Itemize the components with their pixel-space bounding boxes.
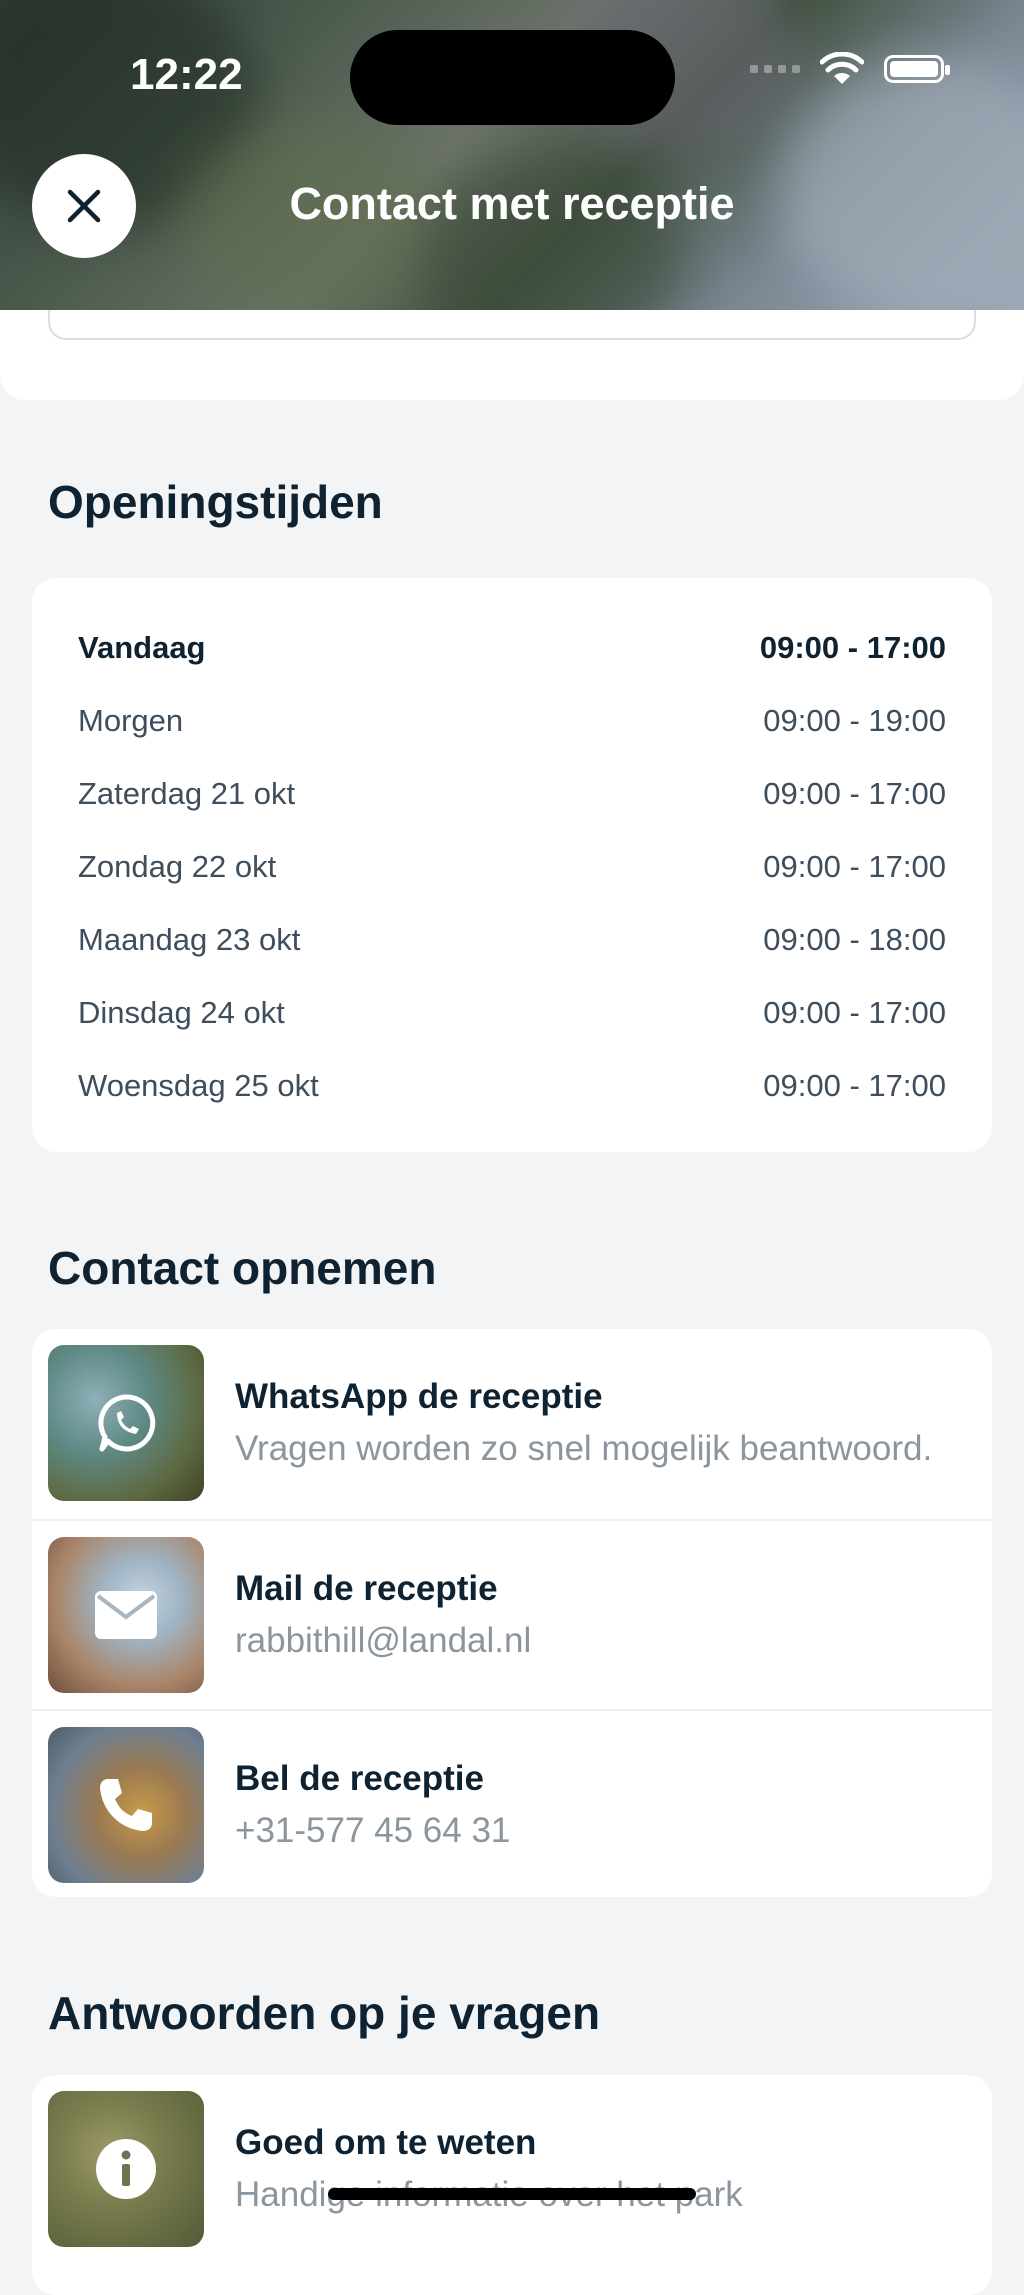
opening-hours-card: Vandaag 09:00 - 17:00 Morgen 09:00 - 19:… bbox=[32, 578, 992, 1152]
hours-time: 09:00 - 17:00 bbox=[763, 1068, 946, 1103]
phone-thumb bbox=[48, 1727, 204, 1883]
contact-title: Contact opnemen bbox=[48, 1242, 437, 1294]
battery-icon bbox=[884, 55, 950, 83]
hours-day: Woensdag 25 okt bbox=[78, 1068, 319, 1103]
hours-time: 09:00 - 19:00 bbox=[763, 703, 946, 738]
phone-row[interactable]: Bel de receptie +31-577 45 64 31 bbox=[32, 1709, 992, 1897]
whatsapp-icon bbox=[98, 1394, 156, 1452]
whatsapp-row[interactable]: WhatsApp de receptie Vragen worden zo sn… bbox=[32, 1329, 992, 1519]
page-title: Contact met receptie bbox=[289, 178, 735, 229]
hours-day: Zaterdag 21 okt bbox=[78, 776, 296, 811]
hours-row: Zaterdag 21 okt 09:00 - 17:00 bbox=[78, 776, 946, 812]
hours-day: Maandag 23 okt bbox=[78, 922, 301, 957]
answers-title: Antwoorden op je vragen bbox=[48, 1987, 601, 2039]
info-thumb bbox=[48, 2091, 204, 2247]
whatsapp-thumb bbox=[48, 1345, 204, 1501]
hours-row: Zondag 22 okt 09:00 - 17:00 bbox=[78, 849, 946, 885]
hours-day: Morgen bbox=[78, 703, 184, 738]
hours-row: Vandaag 09:00 - 17:00 bbox=[78, 630, 946, 666]
row-title: Bel de receptie bbox=[235, 1759, 484, 1798]
mail-row[interactable]: Mail de receptie rabbithill@landal.nl bbox=[32, 1519, 992, 1711]
row-subtitle: Vragen worden zo snel mogelijk beantwoor… bbox=[235, 1429, 933, 1468]
hours-day: Zondag 22 okt bbox=[78, 849, 277, 884]
hours-time: 09:00 - 17:00 bbox=[759, 630, 946, 665]
info-icon bbox=[96, 2139, 156, 2199]
hours-row: Dinsdag 24 okt 09:00 - 17:00 bbox=[78, 995, 946, 1031]
header: 12:22 Contact met receptie bbox=[0, 0, 1024, 310]
status-time: 12:22 bbox=[130, 50, 243, 99]
home-indicator[interactable] bbox=[328, 2188, 696, 2200]
contact-card: WhatsApp de receptie Vragen worden zo sn… bbox=[32, 1329, 992, 1897]
dynamic-island bbox=[350, 30, 675, 125]
hours-row: Maandag 23 okt 09:00 - 18:00 bbox=[78, 922, 946, 958]
row-subtitle: +31-577 45 64 31 bbox=[235, 1811, 511, 1850]
hours-time: 09:00 - 17:00 bbox=[763, 995, 946, 1030]
hours-day: Dinsdag 24 okt bbox=[78, 995, 285, 1030]
answers-card: Goed om te weten Handige informatie over… bbox=[32, 2075, 992, 2295]
phone-icon bbox=[100, 1779, 152, 1831]
mail-icon bbox=[95, 1591, 157, 1639]
row-subtitle: rabbithill@landal.nl bbox=[235, 1621, 532, 1660]
mail-thumb bbox=[48, 1537, 204, 1693]
hours-row: Woensdag 25 okt 09:00 - 17:00 bbox=[78, 1068, 946, 1104]
opening-hours-title: Openingstijden bbox=[48, 476, 383, 528]
hours-time: 09:00 - 17:00 bbox=[763, 849, 946, 884]
row-title: WhatsApp de receptie bbox=[235, 1377, 603, 1416]
signal-icon bbox=[750, 65, 800, 73]
status-icons bbox=[750, 52, 950, 86]
hours-time: 09:00 - 18:00 bbox=[763, 922, 946, 957]
wifi-icon bbox=[820, 52, 864, 84]
hours-day: Vandaag bbox=[78, 630, 206, 665]
hours-row: Morgen 09:00 - 19:00 bbox=[78, 703, 946, 739]
info-row[interactable]: Goed om te weten Handige informatie over… bbox=[32, 2075, 992, 2265]
row-title: Goed om te weten bbox=[235, 2123, 537, 2162]
hours-time: 09:00 - 17:00 bbox=[763, 776, 946, 811]
row-title: Mail de receptie bbox=[235, 1569, 498, 1608]
